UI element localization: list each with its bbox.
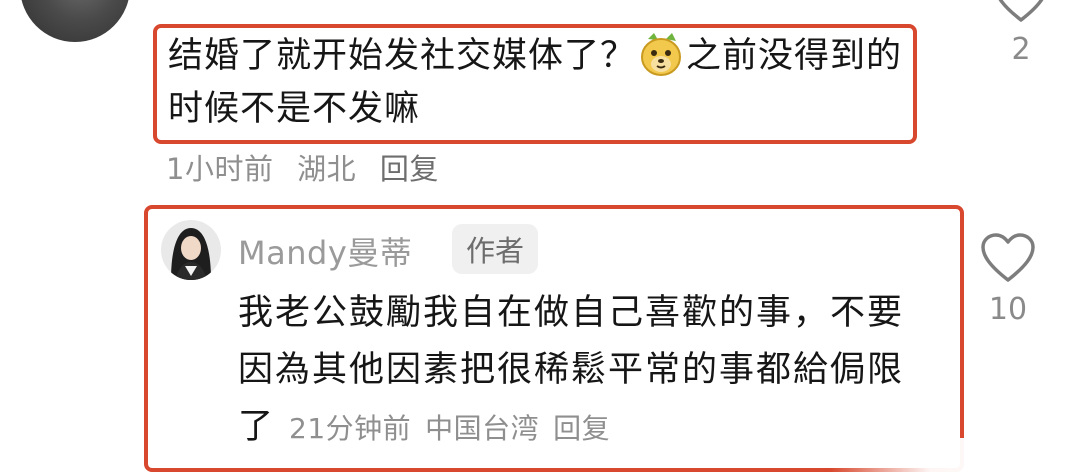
reply-location: 中国台湾: [425, 412, 540, 445]
comment-text-part1: 结婚了就开始发社交媒体了？: [168, 36, 637, 76]
reply-reply-button[interactable]: 回复: [553, 412, 610, 445]
heart-icon[interactable]: [993, 0, 1049, 24]
comment-location: 湖北: [297, 152, 357, 186]
comment-text: 结婚了就开始发社交媒体了？ 之前没得到的时候不是不发嘛: [168, 30, 903, 135]
commenter-avatar[interactable]: [20, 0, 130, 42]
comment-like[interactable]: 2: [981, 0, 1061, 67]
reply-like[interactable]: 10: [968, 232, 1048, 327]
author-name[interactable]: Mandy曼蒂: [238, 228, 412, 274]
author-badge: 作者: [452, 224, 539, 274]
comment-like-count: 2: [1011, 32, 1031, 67]
comment-time: 1小时前: [166, 152, 274, 186]
mango-face-emoji-icon: [638, 31, 684, 77]
comment-thread: 结婚了就开始发社交媒体了？ 之前没得到的时候不是不发嘛 1小时前 湖北 回复 2: [0, 0, 1080, 476]
watermark-fade: [830, 438, 1080, 476]
reply-like-count: 10: [988, 292, 1028, 327]
comment-meta: 1小时前 湖北 回复: [166, 146, 453, 188]
heart-icon[interactable]: [980, 232, 1036, 284]
author-avatar[interactable]: [161, 220, 221, 280]
reply-meta: 21分钟前 中国台湾 回复: [289, 412, 624, 445]
comment-reply-button[interactable]: 回复: [380, 152, 439, 186]
reply-time: 21分钟前: [289, 412, 412, 445]
reply-text: 我老公鼓勵我自在做自己喜歡的事，不要因為其他因素把很稀鬆平常的事都給侷限了 21分…: [238, 285, 938, 457]
